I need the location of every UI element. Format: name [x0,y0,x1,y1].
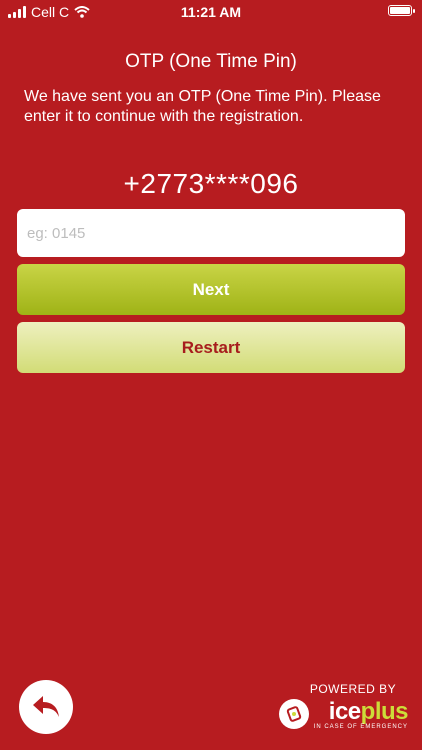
phone-number: +2773****096 [123,168,299,199]
next-button[interactable]: Next [17,264,405,315]
restart-button[interactable]: Restart [17,322,405,373]
otp-message: We have sent you an OTP (One Time Pin). … [24,88,381,125]
otp-input[interactable] [17,209,405,257]
status-bar: Cell C 11:21 AM [0,0,422,24]
iceplus-logo-icon [278,699,309,729]
back-arrow-icon [33,696,59,717]
page-title: OTP (One Time Pin) [125,51,297,72]
iceplus-logo-text: iceplus [328,698,409,725]
iceplus-tagline: IN CASE OF EMERGENCY [313,724,408,730]
status-time: 11:21 AM [180,4,242,20]
powered-by-label: POWERED BY [309,682,397,696]
battery-icon [388,5,415,16]
iceplus-logo: iceplus IN CASE OF EMERGENCY [278,698,409,730]
back-button[interactable] [19,680,73,734]
powered-by-block: POWERED BY iceplus IN CASE OF EMERGENCY [278,682,409,730]
